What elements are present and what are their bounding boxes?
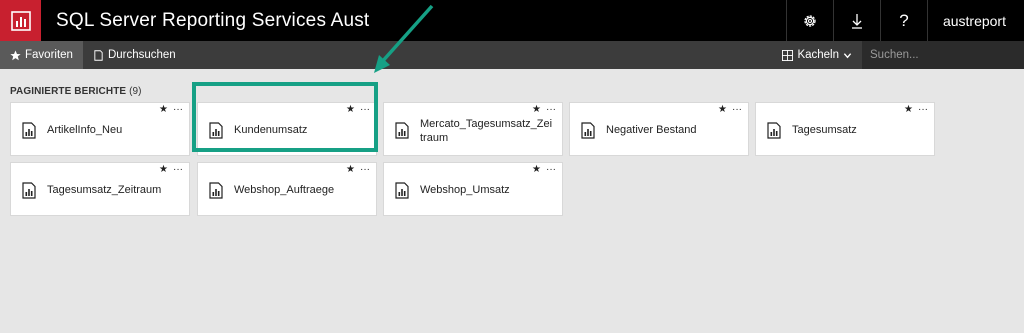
star-icon [10, 49, 21, 60]
report-logo-icon [10, 10, 31, 31]
report-name: Webshop_Auftraege [234, 184, 335, 196]
tab-favorites[interactable]: Favoriten [0, 41, 83, 69]
favorite-star-icon[interactable]: ★ [346, 164, 355, 176]
tab-browse[interactable]: Durchsuchen [83, 41, 186, 69]
report-name: Webshop_Umsatz [420, 184, 510, 196]
more-options-icon[interactable]: ··· [173, 164, 183, 176]
download-button[interactable] [832, 0, 880, 41]
view-select-label: Kacheln [797, 49, 839, 61]
top-bar: SQL Server Reporting Services Aust ? aus… [0, 0, 1024, 41]
favorite-star-icon[interactable]: ★ [532, 104, 541, 116]
app-title: SQL Server Reporting Services Aust [56, 9, 370, 31]
report-icon [209, 182, 223, 199]
section-count: (9) [129, 86, 142, 97]
tab-browse-label: Durchsuchen [107, 49, 176, 61]
report-icon [22, 122, 36, 139]
section-title: PAGINIERTE BERICHTE (9) [10, 86, 142, 97]
tab-favorites-label: Favoriten [25, 49, 73, 61]
nav-bar: Favoriten Durchsuchen Kacheln [0, 41, 1024, 69]
favorite-star-icon[interactable]: ★ [718, 104, 727, 116]
help-button[interactable]: ? [879, 0, 927, 41]
report-icon [767, 122, 781, 139]
report-name: Tagesumsatz [792, 124, 857, 136]
favorite-star-icon[interactable]: ★ [532, 164, 541, 176]
report-name: Mercato_Tagesumsatz_Zeitraum [420, 118, 553, 144]
report-tile[interactable]: ★ ··· Mercato_Tagesumsatz_Zeitraum [383, 102, 563, 156]
more-options-icon[interactable]: ··· [546, 104, 556, 116]
report-icon [395, 182, 409, 199]
favorite-star-icon[interactable]: ★ [159, 164, 168, 176]
ssrs-logo[interactable] [0, 0, 41, 41]
search-input[interactable] [870, 49, 1024, 61]
more-options-icon[interactable]: ··· [360, 164, 370, 176]
favorite-star-icon[interactable]: ★ [159, 104, 168, 116]
more-options-icon[interactable]: ··· [546, 164, 556, 176]
report-tile[interactable]: ★ ··· Negativer Bestand [569, 102, 749, 156]
report-name: Negativer Bestand [606, 124, 697, 136]
report-tile[interactable]: ★ ··· Webshop_Umsatz [383, 162, 563, 216]
report-tile[interactable]: ★ ··· Tagesumsatz [755, 102, 935, 156]
report-icon [22, 182, 36, 199]
report-tile[interactable]: ★ ··· ArtikelInfo_Neu [10, 102, 190, 156]
document-icon [94, 49, 103, 61]
gear-icon [804, 14, 816, 27]
favorite-star-icon[interactable]: ★ [904, 104, 913, 116]
report-tile[interactable]: ★ ··· Webshop_Auftraege [197, 162, 377, 216]
more-options-icon[interactable]: ··· [918, 104, 928, 116]
more-options-icon[interactable]: ··· [732, 104, 742, 116]
report-name: ArtikelInfo_Neu [47, 124, 123, 136]
report-icon [581, 122, 595, 139]
section-title-text: PAGINIERTE BERICHTE [10, 86, 127, 97]
report-icon [395, 122, 409, 139]
help-icon: ? [899, 10, 909, 30]
view-select[interactable]: Kacheln [772, 41, 862, 69]
chevron-down-icon [843, 52, 852, 58]
settings-button[interactable] [785, 0, 833, 41]
tiles-icon [782, 49, 794, 61]
more-options-icon[interactable]: ··· [173, 104, 183, 116]
report-tile[interactable]: ★ ··· Tagesumsatz_Zeitraum [10, 162, 190, 216]
search-box [862, 41, 1024, 69]
highlight-box [192, 82, 378, 152]
user-menu[interactable]: austreport [926, 0, 1024, 41]
report-name: Tagesumsatz_Zeitraum [47, 184, 162, 196]
download-icon [851, 13, 862, 29]
